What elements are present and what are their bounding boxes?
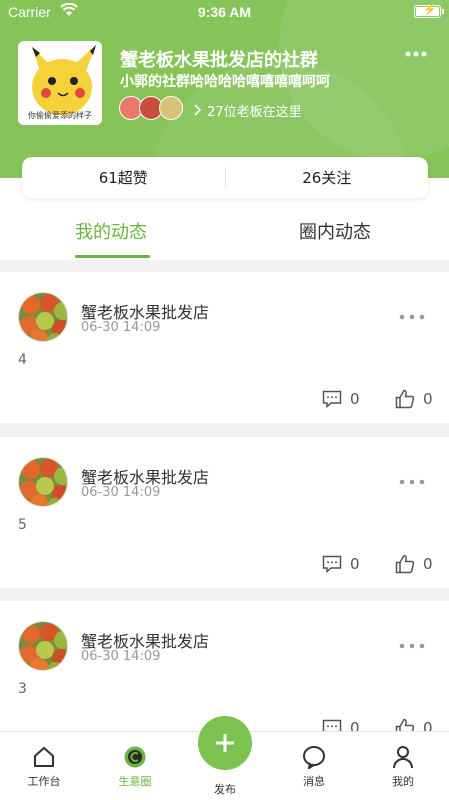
comment-icon — [322, 390, 342, 408]
clock: 9:36 AM — [197, 4, 252, 20]
avatar-caption: 你偷偷爱添的样子 — [28, 111, 92, 120]
like-button[interactable]: 0 — [395, 389, 433, 409]
publish-label: 发布 — [214, 783, 236, 796]
avatar[interactable] — [18, 457, 68, 507]
tabbar-item-messages[interactable]: 消息 — [284, 745, 344, 789]
battery-icon: ⚡ — [414, 4, 444, 18]
member-count-link[interactable]: 27位老板在这里 — [193, 101, 302, 120]
group-header: Carrier 9:36 AM ⚡ 你偷偷爱添的样子 蟹老板水果批发店的社群 小… — [0, 0, 449, 178]
post-timestamp: 06-30 14:09 — [81, 320, 161, 335]
tabbar-item-business-circle[interactable]: 生意圈 — [105, 745, 165, 789]
comment-count: 0 — [350, 390, 360, 408]
group-avatar[interactable]: 你偷偷爱添的样子 — [18, 41, 102, 125]
tabbar-label: 工作台 — [27, 775, 61, 788]
fruit-image — [19, 293, 67, 341]
fruit-image — [19, 622, 67, 670]
more-icon[interactable] — [399, 479, 425, 485]
tabbar-item-workbench[interactable]: 工作台 — [14, 745, 74, 789]
post-content: 3 — [18, 681, 27, 697]
tabbar-label: 我的 — [392, 775, 414, 788]
post-timestamp: 06-30 14:09 — [81, 485, 161, 500]
comment-icon — [322, 555, 342, 573]
stats-card: 61超赞 26关注 — [22, 157, 428, 198]
more-icon[interactable] — [399, 314, 425, 320]
plus-icon — [216, 734, 234, 752]
follows-stat[interactable]: 26关注 — [226, 167, 429, 188]
avatar[interactable] — [18, 292, 68, 342]
comment-count: 0 — [350, 555, 360, 573]
post-card[interactable]: 蟹老板水果批发店 06-30 14:09 4 0 0 — [0, 272, 449, 423]
status-bar: Carrier 9:36 AM ⚡ — [0, 0, 449, 24]
post-card[interactable]: 蟹老板水果批发店 06-30 14:09 5 0 0 — [0, 437, 449, 588]
fruit-image — [19, 458, 67, 506]
group-description: 小郭的社群哈哈哈哈嘻嘻嘻嘻呵呵 — [120, 74, 330, 90]
home-icon — [34, 746, 54, 767]
avatar[interactable] — [18, 621, 68, 671]
group-title: 蟹老板水果批发店的社群 — [120, 50, 318, 71]
circle-icon — [124, 746, 146, 768]
person-icon — [393, 746, 413, 769]
post-content: 5 — [18, 517, 27, 533]
member-avatars[interactable] — [119, 96, 189, 122]
thumbs-up-icon — [395, 554, 415, 574]
likes-stat[interactable]: 61超赞 — [22, 167, 225, 188]
tabbar-label: 消息 — [303, 775, 325, 788]
tab-circle-posts[interactable]: 圈内动态 — [299, 218, 371, 244]
chevron-right-icon — [194, 104, 202, 116]
post-content: 4 — [18, 352, 27, 368]
thumbs-up-icon — [395, 389, 415, 409]
like-button[interactable]: 0 — [395, 554, 433, 574]
comment-button[interactable]: 0 — [322, 554, 360, 574]
like-count: 0 — [423, 390, 433, 408]
more-icon[interactable] — [399, 643, 425, 649]
member-count-label: 27位老板在这里 — [207, 105, 302, 120]
more-icon[interactable] — [405, 51, 427, 57]
comment-button[interactable]: 0 — [322, 389, 360, 409]
tabbar-label: 生意圈 — [118, 775, 152, 788]
message-icon — [303, 746, 325, 769]
like-count: 0 — [423, 555, 433, 573]
tabbar-item-me[interactable]: 我的 — [373, 745, 433, 789]
active-tab-indicator — [75, 255, 150, 258]
avatar — [159, 96, 183, 120]
tab-my-posts[interactable]: 我的动态 — [75, 218, 147, 244]
post-timestamp: 06-30 14:09 — [81, 649, 161, 664]
publish-button[interactable] — [198, 716, 252, 770]
